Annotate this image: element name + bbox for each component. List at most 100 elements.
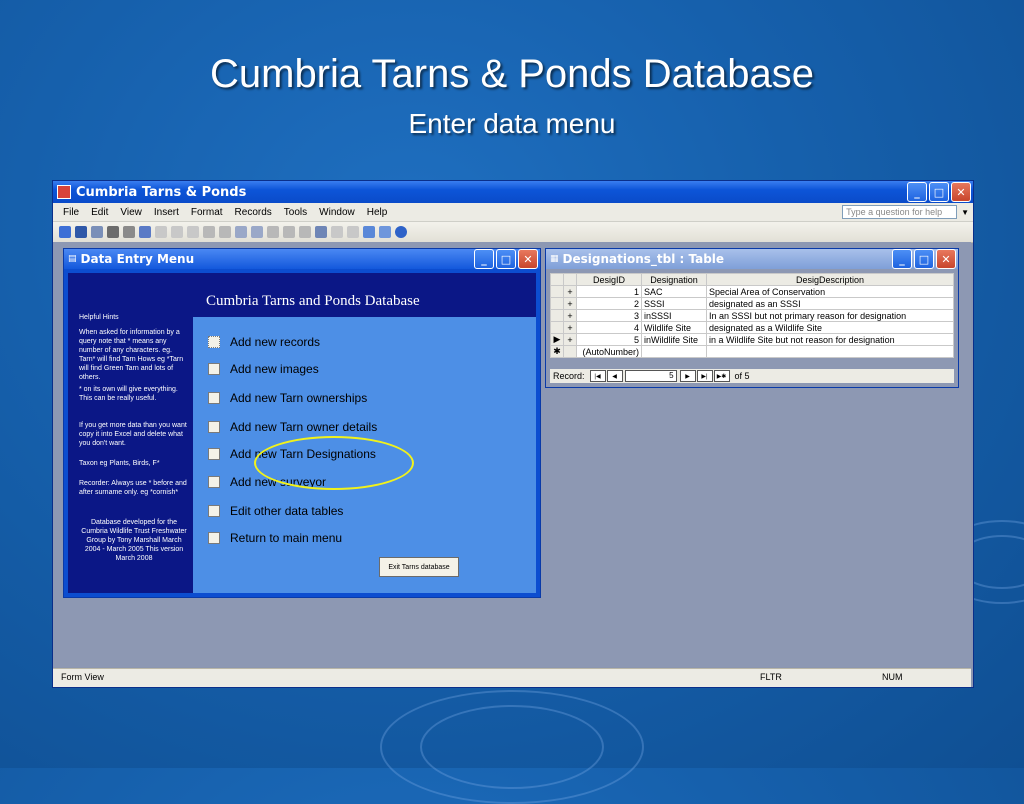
delete-record-icon[interactable]	[347, 226, 359, 238]
table-row[interactable]: + 4 Wildlife Site designated as a Wildli…	[550, 321, 954, 334]
table-row[interactable]: + 1 SAC Special Area of Conservation	[550, 285, 954, 298]
new-record-icon[interactable]	[331, 226, 343, 238]
menu-item-add-records[interactable]: Add new records	[208, 335, 320, 349]
cell-desig-id[interactable]: 4	[576, 321, 642, 334]
table-row[interactable]: + 2 SSSI designated as an SSSI	[550, 297, 954, 310]
cell-description[interactable]: In an SSSI but not primary reason for de…	[706, 309, 954, 322]
expand-icon[interactable]: +	[563, 285, 577, 298]
filter-icon[interactable]	[267, 226, 279, 238]
cell-designation[interactable]: Wildlife Site	[641, 321, 707, 334]
option-checkbox[interactable]	[208, 392, 220, 404]
option-checkbox[interactable]	[208, 448, 220, 460]
column-header[interactable]: DesigDescription	[706, 273, 954, 286]
option-checkbox[interactable]	[208, 363, 220, 375]
cell-designation[interactable]	[641, 345, 707, 358]
minimize-button[interactable]: _	[474, 249, 494, 269]
exit-database-button[interactable]: Exit Tarns database	[379, 557, 459, 577]
menu-item-add-tarn-ownerships[interactable]: Add new Tarn ownerships	[208, 391, 367, 405]
table-window-titlebar[interactable]: ▦ Designations_tbl : Table _ □ ✕	[546, 249, 958, 269]
cell-autonumber[interactable]: (AutoNumber)	[576, 345, 642, 358]
menu-view[interactable]: View	[120, 207, 142, 218]
close-button[interactable]: ✕	[951, 182, 971, 202]
cell-description[interactable]: designated as a Wildlife Site	[706, 321, 954, 334]
app-titlebar[interactable]: Cumbria Tarns & Ponds _ □ ✕	[53, 181, 973, 203]
new-record-icon[interactable]: ✱	[550, 345, 564, 358]
cell-designation[interactable]: SSSI	[641, 297, 707, 310]
option-checkbox[interactable]	[208, 476, 220, 488]
new-record-nav-icon[interactable]: ▶✱	[713, 370, 730, 382]
view-icon[interactable]	[59, 226, 71, 238]
expand-icon[interactable]: +	[563, 309, 577, 322]
previous-record-icon[interactable]: ◀	[606, 370, 623, 382]
close-button[interactable]: ✕	[936, 249, 956, 269]
table-row[interactable]: ▶ + 5 inWildlife Site in a Wildlife Site…	[550, 333, 954, 346]
hyperlink-icon[interactable]	[219, 226, 231, 238]
help-question-input[interactable]: Type a question for help	[842, 205, 958, 219]
expand-icon[interactable]: +	[563, 297, 577, 310]
cell-desig-id[interactable]: 5	[576, 333, 642, 346]
minimize-button[interactable]: _	[907, 182, 927, 202]
expand-icon[interactable]: +	[563, 333, 577, 346]
menu-format[interactable]: Format	[191, 207, 223, 218]
apply-filter-icon[interactable]	[299, 226, 311, 238]
cut-icon[interactable]	[155, 226, 167, 238]
close-button[interactable]: ✕	[518, 249, 538, 269]
cell-description[interactable]: designated as an SSSI	[706, 297, 954, 310]
current-row-arrow-icon[interactable]: ▶	[550, 333, 564, 346]
print-preview-icon[interactable]	[123, 226, 135, 238]
current-record-field[interactable]: 5	[624, 370, 677, 382]
maximize-button[interactable]: □	[929, 182, 949, 202]
cell-designation[interactable]: inWildlife Site	[641, 333, 707, 346]
cell-description[interactable]: in a Wildlife Site but not reason for de…	[706, 333, 954, 346]
row-selector[interactable]	[550, 309, 564, 322]
spelling-icon[interactable]	[139, 226, 151, 238]
cell-description[interactable]: Special Area of Conservation	[706, 285, 954, 298]
database-window-icon[interactable]	[363, 226, 375, 238]
save-icon[interactable]	[75, 226, 87, 238]
new-record-row[interactable]: ✱ (AutoNumber)	[550, 345, 954, 358]
cell-description[interactable]	[706, 345, 954, 358]
menu-file[interactable]: File	[63, 207, 79, 218]
row-selector-header[interactable]	[550, 273, 564, 286]
column-header[interactable]: DesigID	[576, 273, 642, 286]
menu-edit[interactable]: Edit	[91, 207, 108, 218]
paste-icon[interactable]	[187, 226, 199, 238]
first-record-icon[interactable]: |◀	[589, 370, 606, 382]
filter-by-form-icon[interactable]	[283, 226, 295, 238]
next-record-icon[interactable]: ▶	[679, 370, 696, 382]
find-icon[interactable]	[315, 226, 327, 238]
table-row[interactable]: + 3 inSSSI In an SSSI but not primary re…	[550, 309, 954, 322]
undo-icon[interactable]	[203, 226, 215, 238]
option-checkbox[interactable]	[208, 532, 220, 544]
column-header[interactable]: Designation	[641, 273, 707, 286]
row-selector[interactable]	[550, 285, 564, 298]
search-icon[interactable]	[91, 226, 103, 238]
sort-descending-icon[interactable]	[251, 226, 263, 238]
option-checkbox[interactable]	[208, 421, 220, 433]
cell-designation[interactable]: inSSSI	[641, 309, 707, 322]
last-record-icon[interactable]: ▶|	[696, 370, 713, 382]
menu-item-edit-data-tables[interactable]: Edit other data tables	[208, 504, 343, 518]
chevron-down-icon[interactable]: ▼	[961, 208, 969, 217]
menu-item-add-tarn-owner-details[interactable]: Add new Tarn owner details	[208, 420, 377, 434]
print-icon[interactable]	[107, 226, 119, 238]
expand-icon[interactable]: +	[563, 321, 577, 334]
menu-item-return-main[interactable]: Return to main menu	[208, 531, 342, 545]
new-object-icon[interactable]	[379, 226, 391, 238]
cell-desig-id[interactable]: 1	[576, 285, 642, 298]
cell-desig-id[interactable]: 2	[576, 297, 642, 310]
copy-icon[interactable]	[171, 226, 183, 238]
menu-records[interactable]: Records	[235, 207, 272, 218]
maximize-button[interactable]: □	[496, 249, 516, 269]
cell-designation[interactable]: SAC	[641, 285, 707, 298]
option-checkbox[interactable]	[208, 505, 220, 517]
menu-tools[interactable]: Tools	[284, 207, 307, 218]
row-selector[interactable]	[550, 321, 564, 334]
cell-desig-id[interactable]: 3	[576, 309, 642, 322]
row-selector[interactable]	[550, 297, 564, 310]
help-icon[interactable]	[395, 226, 407, 238]
menu-item-add-images[interactable]: Add new images	[208, 362, 319, 376]
menu-insert[interactable]: Insert	[154, 207, 179, 218]
menu-window-titlebar[interactable]: ▤ Data Entry Menu _ □ ✕	[64, 249, 540, 269]
option-checkbox[interactable]	[208, 336, 220, 348]
